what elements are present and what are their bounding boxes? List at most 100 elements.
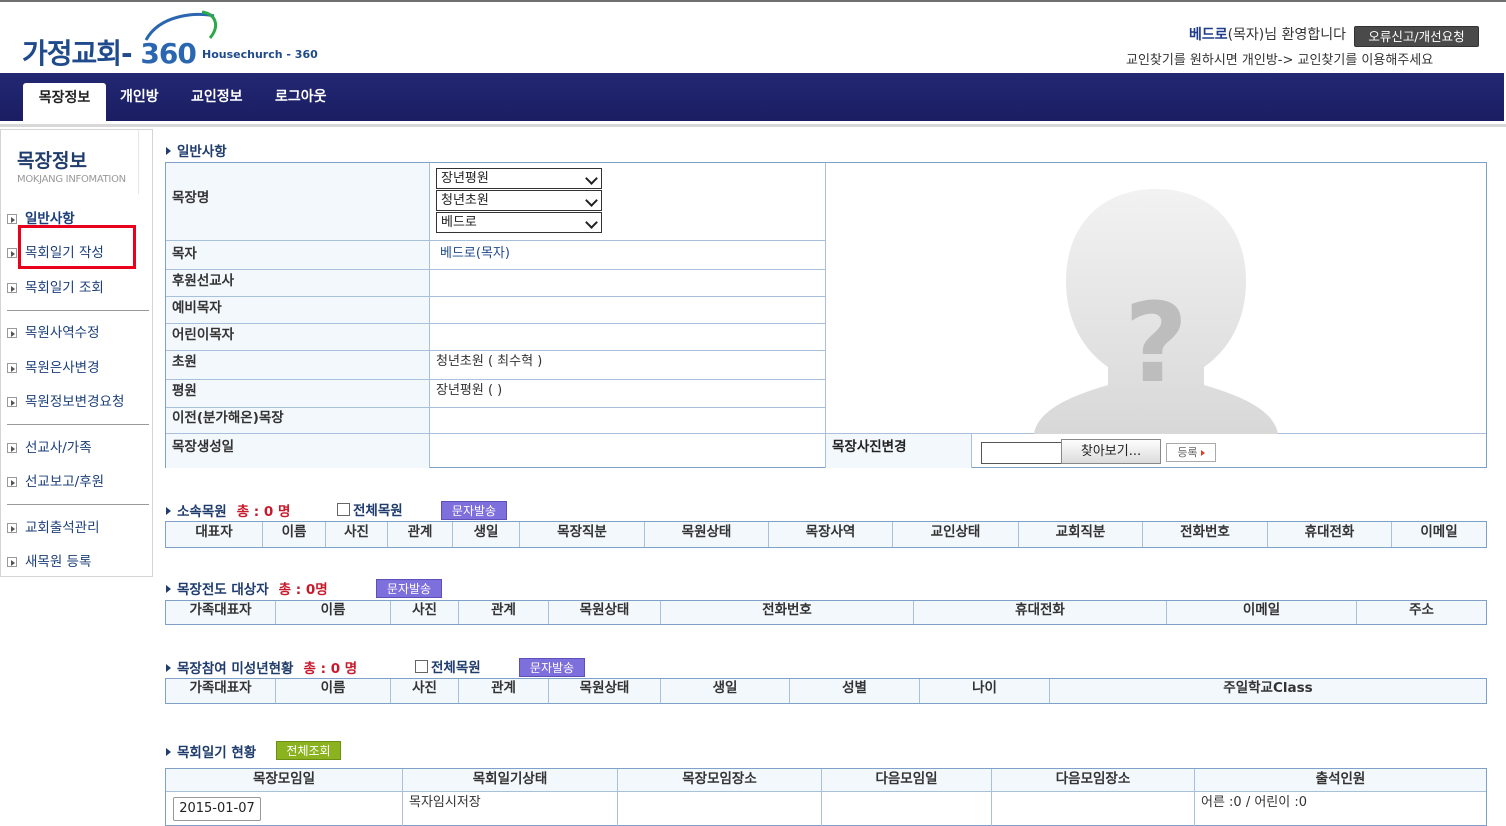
sms-button-members[interactable]: 문자발송 xyxy=(441,501,507,520)
value-mokja[interactable]: 베드로(목자) xyxy=(430,241,826,270)
col-header: 목원상태 xyxy=(549,679,661,703)
arrow-icon xyxy=(7,477,17,487)
nav-divider xyxy=(0,124,1506,127)
col-header: 관계 xyxy=(459,601,549,624)
browse-button[interactable]: 찾아보기... xyxy=(1061,439,1161,464)
section-title-general: 일반사항 xyxy=(166,140,227,160)
arrow-icon xyxy=(7,248,17,258)
top-border xyxy=(0,0,1506,2)
col-header: 목원상태 xyxy=(645,522,769,547)
sidebar-item-new-member[interactable]: 새목원 등록 xyxy=(7,550,91,570)
select-chowon[interactable]: 청년초원 xyxy=(436,190,602,211)
col-header: 교인상태 xyxy=(893,522,1019,547)
section-title-evangelism: 목장전도 대상자 총 : 0명 xyxy=(166,578,328,598)
label-mokjang-name: 목장명 xyxy=(166,163,430,241)
col-header: 가족대표자 xyxy=(166,601,276,624)
sidebar-item-missionary[interactable]: 선교사/가족 xyxy=(7,436,92,456)
col-header: 대표자 xyxy=(166,522,263,547)
col-header: 목장모임장소 xyxy=(618,769,822,792)
members-table-header: 대표자 이름 사진 관계 생일 목장직분 목원상태 목장사역 교인상태 교회직분… xyxy=(165,521,1487,548)
label-pyeongwon: 평원 xyxy=(166,380,430,408)
select-plain[interactable]: 장년평원 xyxy=(436,168,602,189)
nav-tab-personal[interactable]: 개인방 xyxy=(120,86,159,106)
value-pyeongwon: 장년평원 ( ) xyxy=(430,380,826,408)
value-child-mokja xyxy=(430,324,826,351)
col-header: 휴대전화 xyxy=(914,601,1167,624)
value-prev-mokjang xyxy=(430,408,826,434)
sidebar-item-view-diary[interactable]: 목회일기 조회 xyxy=(7,276,104,296)
col-header: 사진 xyxy=(326,522,388,547)
svg-text:?: ? xyxy=(1124,279,1188,407)
value-chowon: 청년초원 ( 최수혁 ) xyxy=(430,351,826,380)
col-header: 관계 xyxy=(459,679,549,703)
value-missionary xyxy=(430,270,826,297)
diary-cell-status: 목자임시저장 xyxy=(403,792,618,826)
diary-date-button[interactable]: 2015-01-07 xyxy=(173,797,261,821)
col-header: 전화번호 xyxy=(1143,522,1268,547)
minors-table-header: 가족대표자 이름 사진 관계 목원상태 생일 성별 나이 주일학교Class xyxy=(165,678,1487,704)
checkbox[interactable] xyxy=(415,660,428,673)
sms-button-minors[interactable]: 문자발송 xyxy=(519,658,585,677)
col-header: 생일 xyxy=(661,679,790,703)
col-header: 이름 xyxy=(263,522,326,547)
register-button[interactable]: 등록 xyxy=(1166,443,1216,462)
arrow-icon xyxy=(7,557,17,567)
sidebar-subtitle: MOKJANG INFOMATION xyxy=(17,174,126,185)
report-button[interactable]: 오류신고/개선요청 xyxy=(1354,26,1479,47)
select-mokjang[interactable]: 베드로 xyxy=(436,212,602,233)
triangle-icon xyxy=(166,507,171,515)
col-header: 목회일기상태 xyxy=(403,769,618,792)
triangle-icon xyxy=(166,664,171,672)
nav-tab-members[interactable]: 교인정보 xyxy=(191,86,243,106)
diary-cell-next-date xyxy=(822,792,992,826)
col-header: 목장모임일 xyxy=(166,769,403,792)
col-header: 교회직분 xyxy=(1019,522,1143,547)
sidebar-divider xyxy=(7,504,149,505)
arrow-icon xyxy=(7,283,17,293)
diary-cell-place xyxy=(618,792,822,826)
view-all-button[interactable]: 전체조회 xyxy=(276,741,341,760)
label-mokja: 목자 xyxy=(166,241,430,270)
triangle-icon xyxy=(166,147,171,155)
arrow-icon xyxy=(7,328,17,338)
logo-subtitle: Housechurch - 360 xyxy=(202,48,318,61)
label-chowon: 초원 xyxy=(166,351,430,380)
site-logo[interactable]: 가정교회- 360 Housechurch - 360 xyxy=(22,10,318,72)
sidebar-divider xyxy=(7,424,149,425)
nav-tab-mokjang[interactable]: 목장정보 xyxy=(23,83,106,121)
section-title-members: 소속목원 총 : 0 명 xyxy=(166,500,290,520)
col-header: 사진 xyxy=(391,601,459,624)
sms-button-evangelism[interactable]: 문자발송 xyxy=(376,579,442,598)
nav-tab-logout[interactable]: 로그아웃 xyxy=(275,86,327,106)
sidebar-item-mission-report[interactable]: 선교보고/후원 xyxy=(7,470,104,490)
person-placeholder-icon: ? xyxy=(1034,189,1278,434)
diary-table-header: 목장모임일 목회일기상태 목장모임장소 다음모임일 다음모임장소 출석인원 xyxy=(166,769,1486,792)
col-header: 주일학교Class xyxy=(1223,680,1313,696)
col-header: 관계 xyxy=(388,522,453,547)
col-header: 전화번호 xyxy=(661,601,914,624)
arrow-icon xyxy=(7,363,17,373)
sidebar-divider xyxy=(7,310,149,311)
col-header: 생일 xyxy=(453,522,520,547)
checkbox[interactable] xyxy=(337,503,350,516)
highlight-box xyxy=(18,225,136,269)
col-header: 휴대전화 xyxy=(1268,522,1392,547)
sidebar-item-general[interactable]: 일반사항 xyxy=(7,207,75,227)
arrow-right-icon xyxy=(1200,450,1205,456)
arrow-icon xyxy=(7,523,17,533)
checkbox-all-minors[interactable]: 전체목원 xyxy=(415,656,481,676)
file-path-input[interactable] xyxy=(981,442,1061,464)
col-header: 목원상태 xyxy=(549,601,661,624)
label-pre-mokja: 예비목자 xyxy=(166,297,430,324)
sidebar-item-info-change[interactable]: 목원정보변경요청 xyxy=(7,390,124,410)
col-header: 이메일 xyxy=(1420,524,1458,540)
arrow-icon xyxy=(7,397,17,407)
col-header: 이름 xyxy=(276,601,391,624)
label-created-date: 목장생성일 xyxy=(166,434,430,468)
sidebar-item-gift[interactable]: 목원은사변경 xyxy=(7,356,100,376)
checkbox-all-members[interactable]: 전체목원 xyxy=(337,499,403,519)
col-header: 가족대표자 xyxy=(166,679,276,703)
sidebar: 목장정보 MOKJANG INFOMATION 일반사항 목회일기 작성 목회일… xyxy=(0,129,153,577)
sidebar-item-attendance[interactable]: 교회출석관리 xyxy=(7,516,100,536)
sidebar-item-ministry[interactable]: 목원사역수정 xyxy=(7,321,100,341)
